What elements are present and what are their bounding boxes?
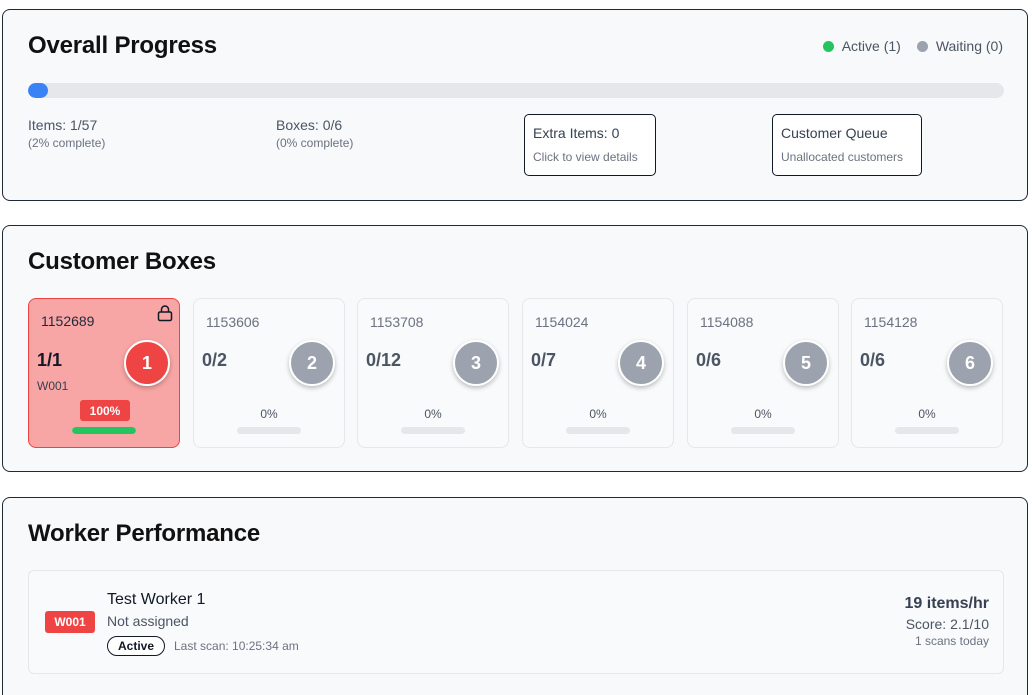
worker-rate: 19 items/hr <box>904 595 989 612</box>
customer-box-number: 6 <box>947 340 993 386</box>
customer-box-percent: 0% <box>589 407 607 421</box>
worker-metrics: 19 items/hr Score: 2.1/10 1 scans today <box>905 595 989 648</box>
customer-box[interactable]: 1153606 0/2 2 0% <box>193 298 345 448</box>
items-stat: Items: 1/57 (2% complete) <box>28 117 105 150</box>
overall-progress-panel: Overall Progress Active (1) Waiting (0) … <box>2 9 1028 201</box>
customer-box-number: 2 <box>289 340 335 386</box>
worker-badge: W001 <box>45 611 95 633</box>
boxes-stat: Boxes: 0/6 (0% complete) <box>276 117 353 150</box>
customer-box-count: 0/12 <box>366 350 402 370</box>
items-count: Items: 1/57 <box>28 117 98 133</box>
customer-box[interactable]: 1154128 0/6 6 0% <box>851 298 1003 448</box>
customer-box-id: 1154088 <box>700 314 754 330</box>
customer-box-progress-bar <box>401 427 465 434</box>
status-legend: Active (1) Waiting (0) <box>807 38 1003 54</box>
customer-box-percent-badge: 100% <box>80 400 130 421</box>
worker-score: Score: 2.1/10 <box>905 616 989 632</box>
customer-box-percent: 0% <box>918 407 936 421</box>
customer-boxes-panel: Customer Boxes 1152689 1/1 W001 1 100% 1… <box>2 225 1028 472</box>
lock-icon <box>157 305 173 322</box>
customer-box-percent: 0% <box>260 407 278 421</box>
worker-status-badge: Active <box>107 636 166 656</box>
customer-box-worker: W001 <box>37 379 69 393</box>
customer-box-percent: 0% <box>754 407 772 421</box>
customer-box-count: 0/7 <box>531 350 557 370</box>
customer-box[interactable]: 1153708 0/12 3 0% <box>357 298 509 448</box>
extra-items-label: Extra Items: 0 <box>533 125 620 141</box>
customer-box-id: 1154024 <box>535 314 589 330</box>
boxes-count: Boxes: 0/6 <box>276 117 343 133</box>
worker-performance-title: Worker Performance <box>28 520 261 547</box>
customer-queue-button[interactable]: Customer Queue Unallocated customers <box>772 114 922 176</box>
worker-name: Test Worker 1 <box>107 591 206 608</box>
customer-box-id: 1153606 <box>206 314 260 330</box>
legend-active: Active (1) <box>822 38 901 54</box>
worker-assignment: Not assigned <box>107 613 189 629</box>
worker-card[interactable]: W001 Test Worker 1 Not assigned Active L… <box>28 570 1004 674</box>
customer-box[interactable]: 1152689 1/1 W001 1 100% <box>28 298 180 448</box>
customer-queue-hint: Unallocated customers <box>781 150 904 164</box>
customer-box-id: 1154128 <box>864 314 918 330</box>
legend-waiting: Waiting (0) <box>916 38 1003 54</box>
customer-box-progress-fill <box>72 427 136 434</box>
overall-progress-title: Overall Progress <box>28 32 217 59</box>
customer-box-count: 0/6 <box>860 350 886 370</box>
customer-box-count: 1/1 <box>37 350 63 370</box>
customer-box-progress-bar <box>72 427 136 434</box>
customer-box-count: 0/6 <box>696 350 722 370</box>
items-percent: (2% complete) <box>28 136 106 150</box>
customer-box-percent: 0% <box>424 407 442 421</box>
customer-box-id: 1153708 <box>370 314 424 330</box>
extra-items-hint: Click to view details <box>533 150 638 164</box>
customer-box-number: 1 <box>124 340 170 386</box>
customer-box-progress-bar <box>566 427 630 434</box>
customer-boxes-title: Customer Boxes <box>28 248 216 275</box>
active-dot-icon <box>822 40 834 52</box>
worker-scans-today: 1 scans today <box>914 634 989 648</box>
legend-active-label: Active (1) <box>841 38 901 54</box>
overall-progress-bar <box>28 83 1004 98</box>
customer-box[interactable]: 1154088 0/6 5 0% <box>687 298 839 448</box>
legend-waiting-label: Waiting (0) <box>935 38 1003 54</box>
customer-box-count: 0/2 <box>202 350 228 370</box>
customer-box-number: 4 <box>618 340 664 386</box>
customer-box-number: 3 <box>453 340 499 386</box>
customer-queue-label: Customer Queue <box>781 125 888 141</box>
worker-last-scan: Last scan: 10:25:34 am <box>174 639 299 653</box>
customer-box-number: 5 <box>783 340 829 386</box>
waiting-dot-icon <box>916 40 928 52</box>
customer-box-progress-bar <box>237 427 301 434</box>
customer-box-progress-bar <box>731 427 795 434</box>
customer-box-id: 1152689 <box>41 313 95 329</box>
boxes-percent: (0% complete) <box>276 136 354 150</box>
customer-box-progress-bar <box>895 427 959 434</box>
worker-performance-panel: Worker Performance W001 Test Worker 1 No… <box>2 497 1028 695</box>
overall-progress-fill <box>28 83 48 98</box>
customer-box[interactable]: 1154024 0/7 4 0% <box>522 298 674 448</box>
extra-items-button[interactable]: Extra Items: 0 Click to view details <box>524 114 656 176</box>
